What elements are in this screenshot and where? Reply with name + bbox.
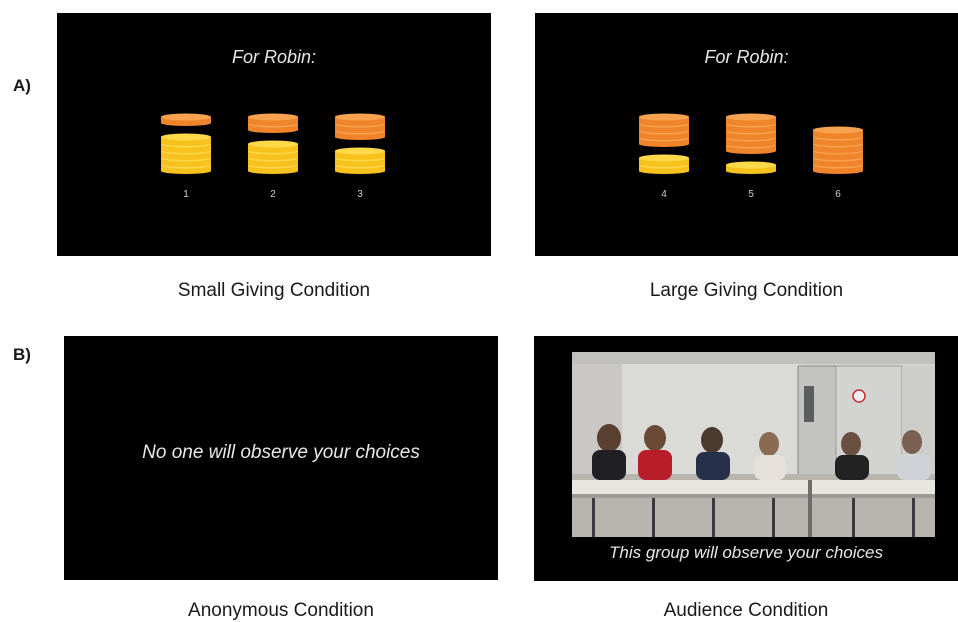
yellow-coin [725, 161, 777, 174]
audience-panel: This group will observe your choices [534, 336, 958, 581]
small-giving-panel: For Robin: 1 2 3 [57, 13, 491, 256]
yellow-coin [247, 140, 299, 153]
yellow-coin [638, 154, 690, 167]
option-number: 5 [748, 189, 754, 200]
option-number: 3 [357, 189, 363, 200]
large-giving-panel: For Robin: 4 5 6 [535, 13, 958, 256]
audience-photo [572, 352, 935, 537]
yellow-coin [334, 147, 386, 160]
section-label-a: A) [13, 76, 31, 95]
yellow-coin [160, 133, 212, 146]
small-giving-caption: Small Giving Condition [177, 280, 371, 301]
anonymous-message: No one will observe your choices [142, 442, 420, 463]
option-number: 6 [835, 189, 841, 200]
anonymous-panel: No one will observe your choices [64, 336, 498, 580]
orange-coin [638, 113, 690, 126]
option-number: 4 [661, 189, 667, 200]
orange-coin [725, 113, 777, 126]
anonymous-caption: Anonymous Condition [188, 600, 374, 621]
audience-caption: Audience Condition [663, 600, 829, 621]
orange-coin [334, 113, 386, 126]
option-number: 2 [270, 189, 276, 200]
panel-heading: For Robin: [704, 47, 789, 67]
orange-coin [812, 126, 864, 139]
panel-heading: For Robin: [231, 47, 317, 67]
option-number: 1 [183, 189, 189, 200]
section-label-b: B) [13, 345, 31, 364]
audience-message: This group will observe your choices [608, 543, 883, 562]
orange-coin [247, 113, 299, 126]
large-giving-caption: Large Giving Condition [649, 280, 844, 301]
orange-coin [160, 113, 212, 126]
